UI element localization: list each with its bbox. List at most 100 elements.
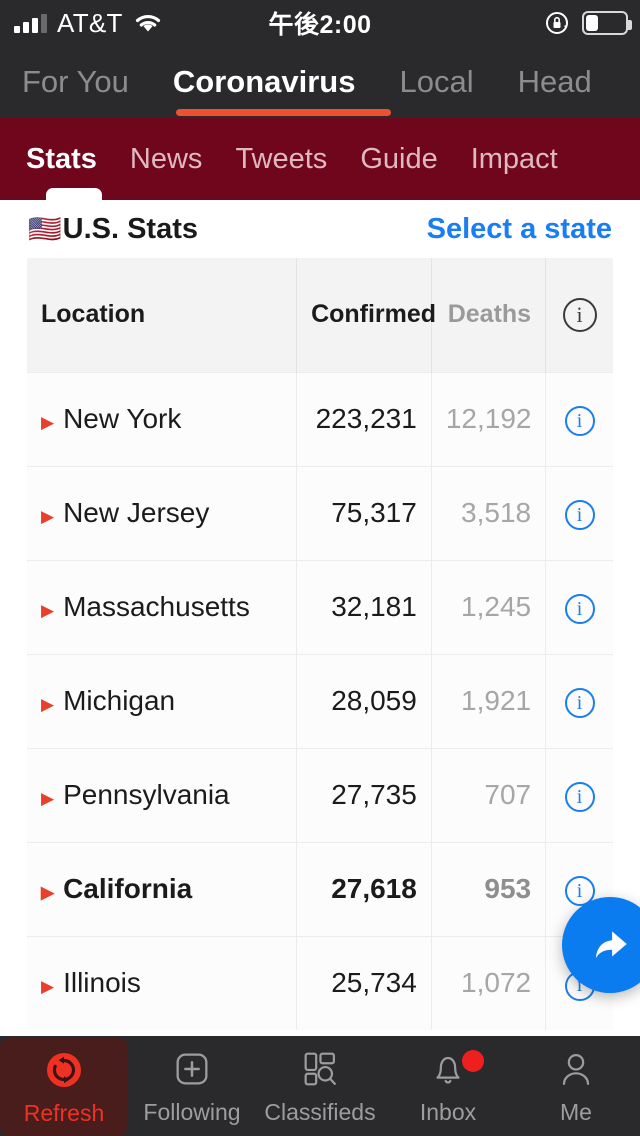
person-icon: [554, 1046, 598, 1092]
cell-confirmed: 25,734: [296, 935, 432, 1030]
active-subnav-indicator: [46, 188, 102, 200]
sidebar-item-stats[interactable]: Stats: [26, 143, 97, 176]
cell-info[interactable]: i: [545, 747, 613, 842]
app-screen: AT&T 午後2:00 For You Coronavirus Local He…: [0, 0, 640, 1136]
cell-location[interactable]: ▶ California: [27, 841, 298, 936]
cell-location[interactable]: ▶ Michigan: [27, 653, 298, 748]
cell-info[interactable]: i: [545, 653, 613, 748]
tab-headlines[interactable]: Head: [518, 64, 592, 100]
table-header: Location Confirmed Deaths i: [27, 258, 613, 372]
triangle-right-icon: ▶: [41, 695, 55, 714]
refresh-icon: [41, 1047, 87, 1093]
info-circle-icon[interactable]: i: [564, 782, 595, 813]
info-circle-icon[interactable]: i: [564, 406, 595, 437]
bottom-tab-classifieds[interactable]: Classifieds: [256, 1036, 384, 1136]
cell-confirmed: 75,317: [296, 465, 432, 560]
table-row[interactable]: ▶ Pennsylvania 27,735 707 i: [27, 747, 613, 842]
cell-confirmed: 28,059: [296, 653, 432, 748]
stats-table: Location Confirmed Deaths i ▶ New York 223…: [27, 258, 613, 1030]
page-title-label: U.S. Stats: [62, 212, 198, 245]
cell-deaths: 1,921: [431, 653, 547, 748]
inbox-notification-badge: [462, 1050, 484, 1072]
page-header: 🇺🇸 U.S. Stats Select a state: [0, 200, 640, 258]
cell-location[interactable]: ▶ New Jersey: [27, 465, 298, 560]
battery-icon: [582, 11, 632, 35]
cell-deaths: 953: [431, 841, 547, 936]
table-row[interactable]: ▶ New Jersey 75,317 3,518 i: [27, 465, 613, 560]
active-tab-underline: [176, 109, 391, 116]
cell-location[interactable]: ▶ Massachusetts: [27, 559, 298, 654]
select-state-link[interactable]: Select a state: [427, 213, 612, 246]
location-label: Michigan: [63, 685, 176, 716]
status-bar-clock: 午後2:00: [268, 11, 372, 39]
column-header-confirmed[interactable]: Confirmed: [296, 258, 436, 372]
share-arrow-icon: [595, 931, 627, 959]
cell-confirmed: 27,618: [296, 841, 432, 936]
stats-table-container: Location Confirmed Deaths i ▶ New York 223…: [0, 258, 640, 1030]
tab-coronavirus[interactable]: Coronavirus: [173, 64, 356, 100]
sidebar-item-news[interactable]: News: [130, 143, 203, 176]
bottom-tab-inbox[interactable]: Inbox: [384, 1036, 512, 1136]
cell-deaths: 12,192: [431, 371, 547, 466]
sidebar-item-tweets[interactable]: Tweets: [235, 143, 327, 176]
table-row[interactable]: ▶ California 27,618 953 i: [27, 841, 613, 936]
sidebar-item-guide[interactable]: Guide: [360, 143, 437, 176]
triangle-right-icon: ▶: [41, 977, 55, 997]
table-row[interactable]: ▶ New York 223,231 12,192 i: [27, 371, 613, 466]
plus-square-icon: [170, 1046, 214, 1092]
bottom-tab-label-refresh: Refresh: [23, 1100, 105, 1126]
table-row[interactable]: ▶ Illinois 25,734 1,072 i: [27, 935, 613, 1030]
info-circle-icon[interactable]: i: [562, 297, 597, 332]
bottom-tab-following[interactable]: Following: [128, 1036, 256, 1136]
bell-icon: [426, 1046, 470, 1092]
location-label: Pennsylvania: [63, 779, 230, 810]
info-circle-icon[interactable]: i: [564, 688, 595, 719]
triangle-right-icon: ▶: [41, 883, 55, 902]
location-label: Massachusetts: [63, 591, 250, 622]
tab-for-you[interactable]: For You: [22, 64, 129, 100]
bottom-tab-me[interactable]: Me: [512, 1036, 640, 1136]
info-circle-icon[interactable]: i: [564, 594, 595, 625]
status-bar: AT&T 午後2:00: [0, 0, 640, 46]
grid-search-icon: [298, 1046, 342, 1092]
bottom-tab-label-classifieds: Classifieds: [264, 1099, 376, 1125]
triangle-right-icon: ▶: [41, 507, 55, 526]
sidebar-item-impact[interactable]: Impact: [471, 143, 558, 176]
cell-info[interactable]: i: [545, 559, 613, 654]
cell-deaths: 3,518: [431, 465, 547, 560]
table-body: ▶ New York 223,231 12,192 i ▶ New Jersey 75,317…: [27, 371, 613, 1030]
cell-location[interactable]: ▶ Illinois: [27, 935, 298, 1030]
sub-nav-bar[interactable]: Stats News Tweets Guide Impact: [0, 118, 640, 200]
cell-deaths: 1,245: [431, 559, 547, 654]
triangle-right-icon: ▶: [41, 789, 55, 808]
column-header-deaths[interactable]: Deaths: [431, 258, 547, 372]
cell-location[interactable]: ▶ Pennsylvania: [27, 747, 298, 842]
bottom-tab-bar[interactable]: Refresh Following Classifieds Inbox Me: [0, 1036, 640, 1136]
cell-confirmed: 223,231: [296, 371, 432, 466]
tab-local[interactable]: Local: [399, 64, 473, 100]
cell-info[interactable]: i: [545, 371, 613, 466]
triangle-right-icon: ▶: [41, 413, 55, 432]
location-label: Illinois: [63, 967, 141, 999]
info-circle-icon[interactable]: i: [564, 500, 595, 531]
column-header-location[interactable]: Location: [27, 258, 298, 372]
cell-info[interactable]: i: [545, 465, 613, 560]
cell-confirmed: 27,735: [296, 747, 432, 842]
table-row[interactable]: ▶ Massachusetts 32,181 1,245 i: [27, 559, 613, 654]
location-label: New Jersey: [63, 497, 210, 528]
bottom-tab-refresh[interactable]: Refresh: [0, 1038, 128, 1136]
us-flag-icon: 🇺🇸: [28, 214, 62, 244]
location-label: California: [63, 873, 193, 904]
page-title: 🇺🇸 U.S. Stats: [28, 213, 198, 246]
cell-deaths: 1,072: [431, 935, 547, 1030]
cell-location[interactable]: ▶ New York: [27, 371, 298, 466]
bottom-tab-label-inbox: Inbox: [419, 1099, 477, 1125]
table-row[interactable]: ▶ Michigan 28,059 1,921 i: [27, 653, 613, 748]
top-tab-bar[interactable]: For You Coronavirus Local Head: [0, 46, 640, 118]
cell-confirmed: 32,181: [296, 559, 432, 654]
location-label: New York: [63, 403, 182, 434]
table-header-row: Location Confirmed Deaths i: [27, 258, 613, 372]
column-header-info[interactable]: i: [545, 258, 613, 372]
bottom-tab-label-following: Following: [143, 1099, 241, 1125]
triangle-right-icon: ▶: [41, 601, 55, 620]
